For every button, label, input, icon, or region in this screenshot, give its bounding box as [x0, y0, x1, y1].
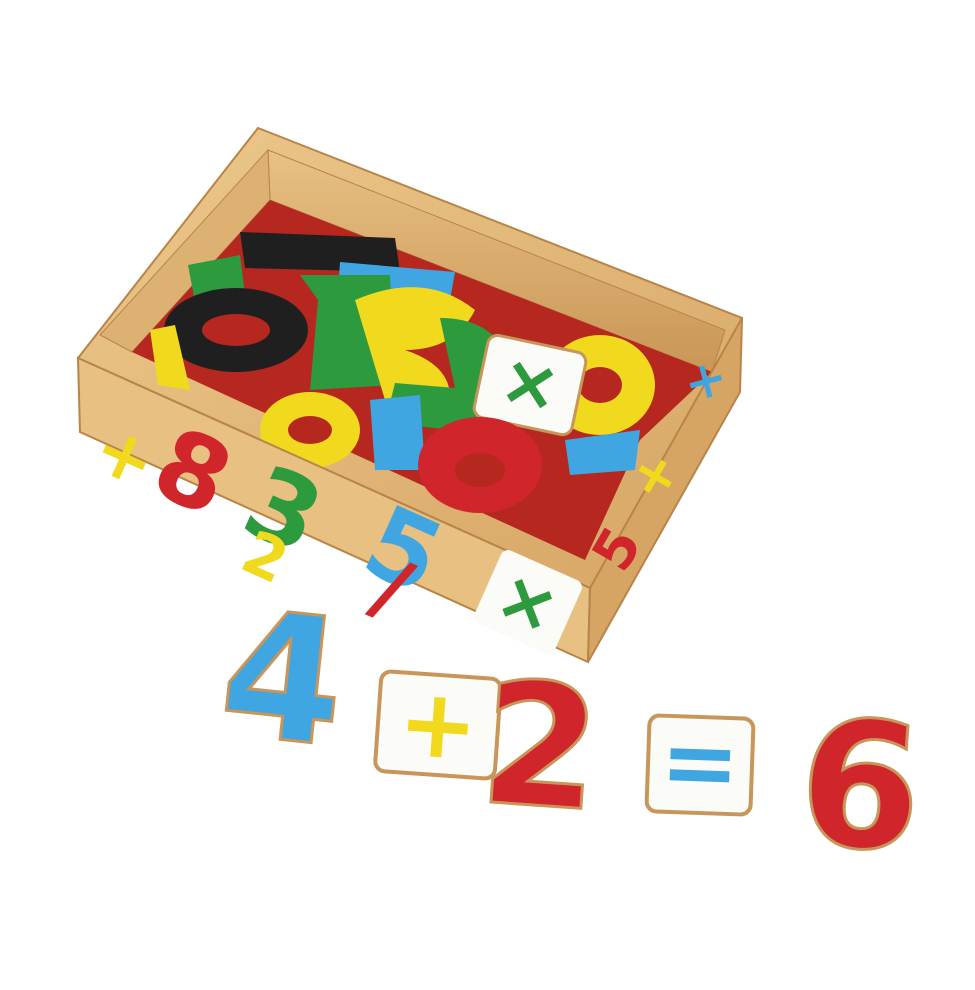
- equation-four-piece: 4: [212, 572, 354, 787]
- equation-equals-glyph: =: [658, 707, 741, 820]
- equation-six-piece: 6: [793, 682, 929, 893]
- equation-two-piece: 2: [475, 644, 607, 850]
- wooden-box: × + 8 3 5 2 / × + 5 ×: [76, 126, 744, 664]
- product-photo: × + 8 3 5 2 / × + 5 × 4 + 2 = 6: [76, 126, 930, 894]
- piece-blue-chunk: [370, 395, 425, 470]
- equation-equals-tile: =: [644, 707, 756, 820]
- equation-plus-glyph: +: [394, 667, 481, 782]
